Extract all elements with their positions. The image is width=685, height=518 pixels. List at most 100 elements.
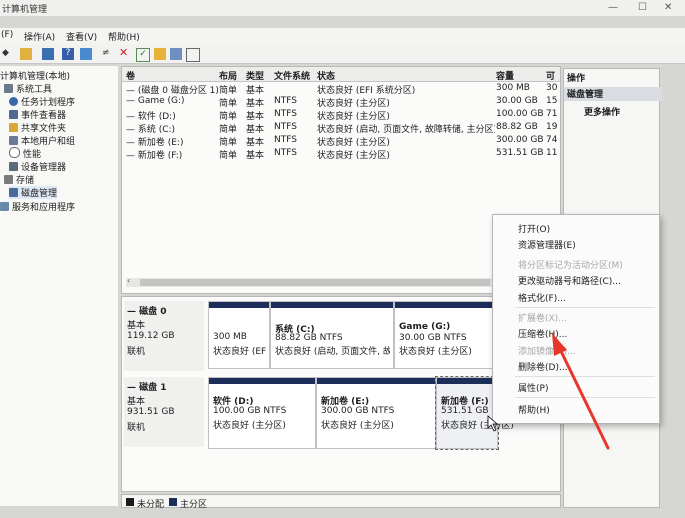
disk-0-label[interactable]: — 磁盘 0 基本 119.12 GB 联机 (124, 301, 204, 371)
menu-item-mark-active[interactable]: 将分区标记为活动分区(M) (518, 258, 623, 271)
event-viewer-icon (9, 110, 18, 119)
table-row[interactable]: — (磁盘 0 磁盘分区 1) 简单 基本 状态良好 (EFI 系统分区) 30… (122, 83, 560, 96)
legend-label-unallocated: 未分配 (137, 500, 165, 510)
tree-item-storage[interactable]: 存储 (4, 173, 34, 186)
legend-swatch-primary (169, 498, 177, 506)
partition-game-g[interactable]: Game (G:) 30.00 GB NTFS 状态良好 (主分区) (394, 301, 496, 369)
menu-file[interactable]: (F) (1, 30, 13, 40)
partition-software-d[interactable]: 软件 (D:) 100.00 GB NTFS 状态良好 (主分区) (208, 377, 316, 449)
wizard-icon[interactable]: ≠ (102, 48, 114, 60)
storage-icon (4, 175, 13, 184)
menu-item-shrink-volume[interactable]: 压缩卷(H)... (518, 327, 567, 340)
tree-item-computer-management[interactable]: 计算机管理(本地) (0, 69, 70, 82)
tree-item-device-manager[interactable]: 设备管理器 (9, 160, 66, 173)
disk-name: — 磁盘 0 (127, 307, 167, 317)
shared-folder-icon (9, 123, 18, 132)
menu-item-open[interactable]: 打开(O) (518, 222, 550, 235)
delete-icon[interactable]: ✕ (119, 46, 131, 59)
table-row[interactable]: — Game (G:) 简单 基本 NTFS 状态良好 (主分区) 30.00 … (122, 96, 560, 109)
partition-bar (209, 302, 269, 308)
back-icon[interactable]: ◆ (2, 48, 14, 60)
view-icon[interactable] (186, 48, 200, 62)
menu-item-add-mirror[interactable]: 添加镜像(A)... (518, 344, 576, 357)
menu-item-change-drive-letter[interactable]: 更改驱动器号和路径(C)... (518, 274, 621, 287)
partition-bar (437, 378, 497, 384)
table-row[interactable]: — 新加卷 (F:) 简单 基本 NTFS 状态良好 (主分区) 531.51 … (122, 148, 560, 161)
menu-action[interactable]: 操作(A) (24, 30, 55, 43)
menu-item-properties[interactable]: 属性(P) (518, 381, 548, 394)
users-icon (9, 136, 18, 145)
menu-separator (515, 376, 655, 377)
disk-name: — 磁盘 1 (127, 383, 167, 393)
actions-section-disk-management[interactable]: 磁盘管理 (564, 87, 662, 101)
disk-type: 基本 (127, 321, 146, 331)
disk-type: 基本 (127, 397, 146, 407)
tree-item-task-scheduler[interactable]: 任务计划程序 (9, 95, 75, 108)
menu-help[interactable]: 帮助(H) (108, 30, 140, 43)
table-row[interactable]: — 系统 (C:) 简单 基本 NTFS 状态良好 (启动, 页面文件, 故障转… (122, 122, 560, 135)
table-row[interactable]: — 软件 (D:) 简单 基本 NTFS 状态良好 (主分区) 100.00 G… (122, 109, 560, 122)
close-icon[interactable]: ✕ (664, 2, 672, 13)
menu-bar: (F) 操作(A) 查看(V) 帮助(H) (0, 28, 685, 44)
menu-view[interactable]: 查看(V) (66, 30, 97, 43)
minimize-icon[interactable]: — (608, 2, 618, 13)
column-header-type[interactable]: 类型 (246, 69, 264, 82)
column-header-layout[interactable]: 布局 (219, 69, 237, 82)
column-header-filesystem[interactable]: 文件系统 (274, 69, 310, 82)
legend-swatch-unallocated (126, 498, 134, 506)
maximize-icon[interactable]: ☐ (638, 2, 647, 13)
tree-item-services-apps[interactable]: 服务和应用程序 (0, 200, 75, 213)
menu-item-delete-volume[interactable]: 删除卷(D)... (518, 360, 568, 373)
column-header-free[interactable]: 可 (546, 69, 555, 82)
disk-1-label[interactable]: — 磁盘 1 基本 931.51 GB 联机 (124, 377, 204, 447)
new-folder-icon[interactable] (154, 48, 166, 60)
scroll-left-icon[interactable]: ‹ (127, 276, 130, 285)
disk-size: 931.51 GB (127, 407, 175, 417)
menu-separator (515, 307, 655, 308)
partition-bar (317, 378, 435, 384)
more-actions-link[interactable]: 更多操作 (564, 105, 679, 119)
tree-item-local-users[interactable]: 本地用户和组 (9, 134, 75, 147)
check-icon[interactable]: ✓ (136, 48, 150, 62)
device-manager-icon (9, 162, 18, 171)
column-header-status[interactable]: 状态 (317, 69, 335, 82)
navigation-tree: 计算机管理(本地) 系统工具 任务计划程序 事件查看器 共享文件夹 本地用户和组… (0, 66, 118, 506)
tree-item-event-viewer[interactable]: 事件查看器 (9, 108, 66, 121)
menu-item-extend-volume[interactable]: 扩展卷(X)... (518, 311, 567, 324)
folder-icon[interactable] (20, 48, 32, 60)
tree-item-performance[interactable]: 性能 (9, 147, 41, 160)
legend: 未分配 主分区 (121, 494, 561, 510)
partition-new-volume-e[interactable]: 新加卷 (E:) 300.00 GB NTFS 状态良好 (主分区) (316, 377, 436, 449)
console-icon[interactable] (42, 48, 54, 60)
tree-item-disk-management[interactable]: 磁盘管理 (9, 186, 58, 199)
partition-bar (271, 302, 393, 308)
help-icon[interactable]: ? (62, 48, 74, 60)
tree-item-system-tools[interactable]: 系统工具 (4, 82, 52, 95)
partition-efi[interactable]: 300 MB 状态良好 (EF (208, 301, 270, 369)
view-icon[interactable] (80, 48, 92, 60)
partition-bar (395, 302, 495, 308)
column-header-volume[interactable]: 卷 (126, 69, 135, 82)
services-icon (0, 202, 9, 211)
volume-list-header: 卷 布局 类型 文件系统 状态 容量 可 (122, 67, 560, 82)
partition-new-volume-f[interactable]: 新加卷 (F:) 531.51 GB N 状态良好 (主分区) (435, 376, 514, 450)
context-menu: 打开(O) 资源管理器(E) 将分区标记为活动分区(M) 更改驱动器号和路径(C… (492, 214, 660, 424)
clock-icon (9, 97, 18, 106)
column-header-capacity[interactable]: 容量 (496, 69, 514, 82)
properties-icon[interactable] (170, 48, 182, 60)
actions-header: 操作 (567, 74, 586, 84)
disk-size: 119.12 GB (127, 331, 175, 341)
disk-status: 联机 (127, 423, 146, 433)
disk-management-icon (9, 188, 18, 197)
menu-separator (515, 397, 655, 398)
table-row[interactable]: — 新加卷 (E:) 简单 基本 NTFS 状态良好 (主分区) 300.00 … (122, 135, 560, 148)
scrollbar-thumb[interactable] (140, 279, 490, 286)
performance-icon (9, 147, 20, 158)
tree-item-shared-folders[interactable]: 共享文件夹 (9, 121, 66, 134)
menu-item-explorer[interactable]: 资源管理器(E) (518, 238, 576, 251)
partition-bar (209, 378, 315, 384)
partition-system-c[interactable]: 系统 (C:) 88.82 GB NTFS 状态良好 (启动, 页面文件, 故 (270, 301, 394, 369)
menu-item-format[interactable]: 格式化(F)... (518, 291, 566, 304)
menu-item-help[interactable]: 帮助(H) (518, 403, 550, 416)
toolbar: ◆ ? ≠ ✕ ✓ (0, 44, 685, 64)
